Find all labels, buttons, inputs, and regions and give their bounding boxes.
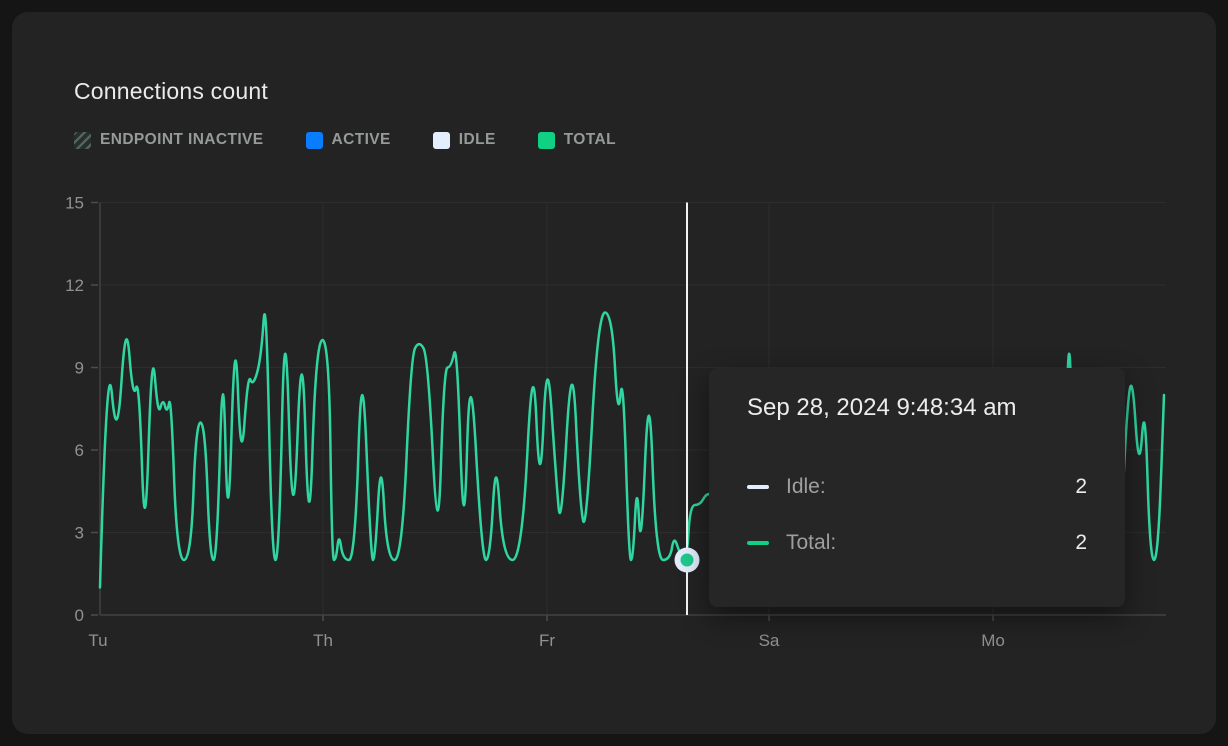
tooltip-rows: Idle: 2 Total: 2: [747, 474, 1087, 556]
svg-text:3: 3: [75, 524, 84, 543]
svg-text:12: 12: [65, 276, 84, 295]
svg-text:Tu: Tu: [88, 631, 107, 650]
tooltip-total-label: Total:: [786, 530, 836, 556]
idle-dash-icon: [747, 485, 769, 489]
cursor-marker-dot: [681, 554, 694, 567]
tooltip-total-value: 2: [1075, 530, 1087, 556]
tooltip-idle-label: Idle:: [786, 474, 826, 500]
tooltip-row-idle: Idle: 2: [747, 474, 1087, 500]
tooltip-row-total: Total: 2: [747, 530, 1087, 556]
svg-text:6: 6: [75, 441, 84, 460]
svg-text:Th: Th: [313, 631, 333, 650]
tooltip-timestamp: Sep 28, 2024 9:48:34 am: [747, 394, 1087, 422]
svg-text:Fr: Fr: [539, 631, 555, 650]
total-dash-icon: [747, 541, 769, 545]
svg-text:15: 15: [65, 194, 84, 213]
chart-tooltip: Sep 28, 2024 9:48:34 am Idle: 2 Total: 2: [709, 368, 1125, 607]
tooltip-idle-value: 2: [1075, 474, 1087, 500]
svg-text:9: 9: [75, 359, 84, 378]
svg-text:0: 0: [75, 606, 84, 625]
svg-text:Sa: Sa: [759, 631, 780, 650]
svg-text:Mo: Mo: [981, 631, 1005, 650]
